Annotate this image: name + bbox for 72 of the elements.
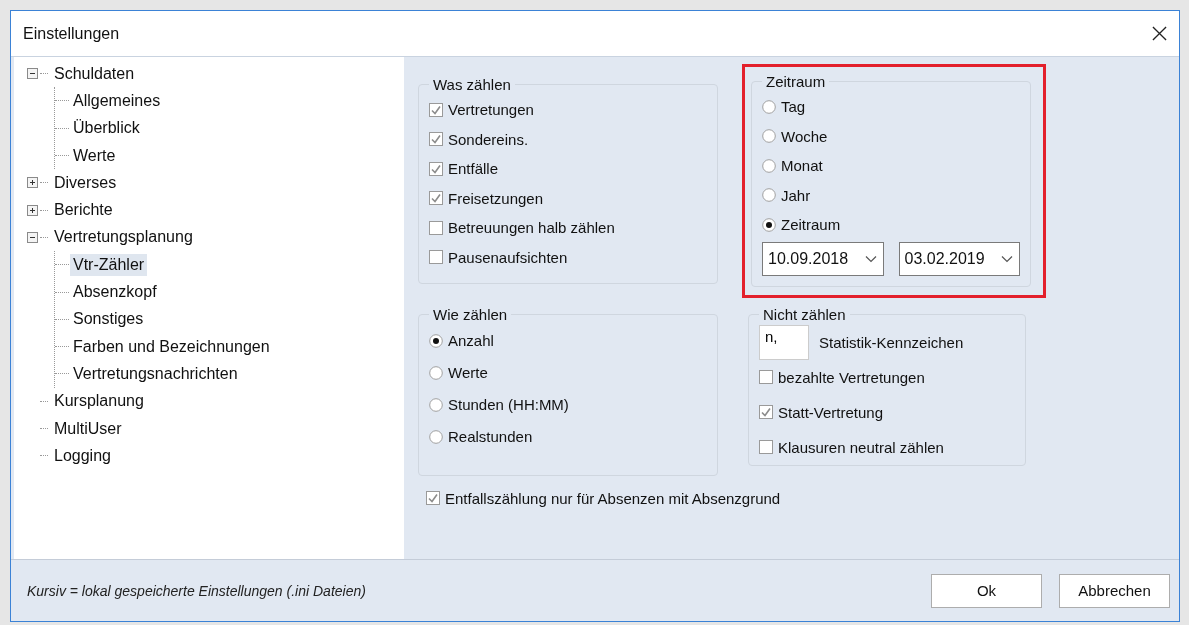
checkbox[interactable] [429,132,443,147]
option-label: Entfallszählung nur für Absenzen mit Absenzgrund [445,489,781,507]
option-label: Realstunden [448,428,533,445]
checkbox[interactable] [429,161,443,176]
caret-icon [1001,254,1013,263]
tree-item[interactable]: Farben und Bezeichnungen [70,335,273,358]
group-title: Wie zählen [432,305,509,323]
collapse-icon[interactable] [27,231,38,243]
radio-button[interactable] [762,129,776,144]
tree-item[interactable]: Überblick [70,117,143,140]
tree-item[interactable]: Vertretungsplanung [51,226,196,249]
expand-icon[interactable] [27,204,38,216]
dialog-button[interactable]: Abbrechen [1059,573,1170,608]
option-label: Jahr [781,186,811,204]
checkbox[interactable] [426,491,440,506]
checkbox[interactable] [429,102,443,117]
tree-item[interactable]: Werte [70,144,119,167]
checkbox[interactable] [759,440,773,454]
option-label: Freisetzungen [448,189,544,207]
tree-item[interactable]: Logging [51,444,114,467]
radio-button[interactable] [762,99,776,114]
group-title: Nicht zählen [762,305,847,323]
date-dropdown[interactable]: 03.02.2019 [898,241,1020,276]
checkbox[interactable] [759,405,773,419]
tree-item[interactable]: Diverses [51,171,120,194]
date-dropdown[interactable]: 10.09.2018 [762,241,884,276]
tree-item[interactable]: MultiUser [51,417,125,440]
tree-item[interactable]: Schuldaten [51,62,138,85]
option-label: Sondereins. [448,130,529,148]
radio-button[interactable] [429,429,443,444]
group-title: Zeitraum [765,73,827,90]
tree-item[interactable]: Allgemeines [70,89,164,112]
expand-icon[interactable] [27,177,38,189]
checkbox[interactable] [759,370,773,384]
option-label: Betreuungen halb zählen [448,219,615,237]
dialog-button[interactable]: Ok [931,573,1042,608]
radio-button[interactable] [429,333,443,348]
radio-button[interactable] [429,397,443,412]
tree-item[interactable]: Vtr-Zähler [70,253,148,276]
caret-icon [864,254,877,263]
close-icon[interactable] [1152,26,1167,41]
checkbox[interactable] [429,250,443,265]
radio-button[interactable] [762,158,776,173]
checkbox[interactable] [429,191,443,206]
tree-item[interactable]: Kursplanung [51,390,147,413]
option-label: Zeitraum [781,216,841,234]
field-label: Statistik-Kennzeichen [819,333,964,351]
tree-item[interactable]: Sonstiges [70,308,147,331]
option-label: Vertretungen [448,101,534,119]
option-label: Statt-Vertretung [778,403,884,421]
option-label: Anzahl [448,332,494,349]
group-title: Was zählen [432,76,512,93]
input-field[interactable]: n, [759,324,809,360]
option-label: Werte [448,364,488,381]
radio-button[interactable] [429,365,443,380]
tree-item[interactable]: Absenzkopf [70,281,160,303]
tree-item[interactable]: Berichte [51,199,116,222]
tree-item[interactable]: Vertretungsnachrichten [70,362,241,385]
option-label: Woche [781,127,828,145]
window-title: Einstellungen [23,24,120,43]
footer-note: Kursiv = lokal gespeicherte Einstellungen (.ini Dateien) [27,582,366,599]
option-label: bezahlte Vertretungen [778,368,925,386]
option-label: Monat [781,157,823,175]
option-label: Pausenaufsichten [448,248,568,266]
option-label: Tag [781,98,806,116]
option-label: Entfälle [448,160,499,178]
option-label: Klausuren neutral zählen [778,438,944,456]
radio-button[interactable] [762,217,776,232]
checkbox[interactable] [429,220,443,235]
radio-button[interactable] [762,188,776,203]
collapse-icon[interactable] [27,68,38,80]
option-label: Stunden (HH:MM) [448,396,569,413]
